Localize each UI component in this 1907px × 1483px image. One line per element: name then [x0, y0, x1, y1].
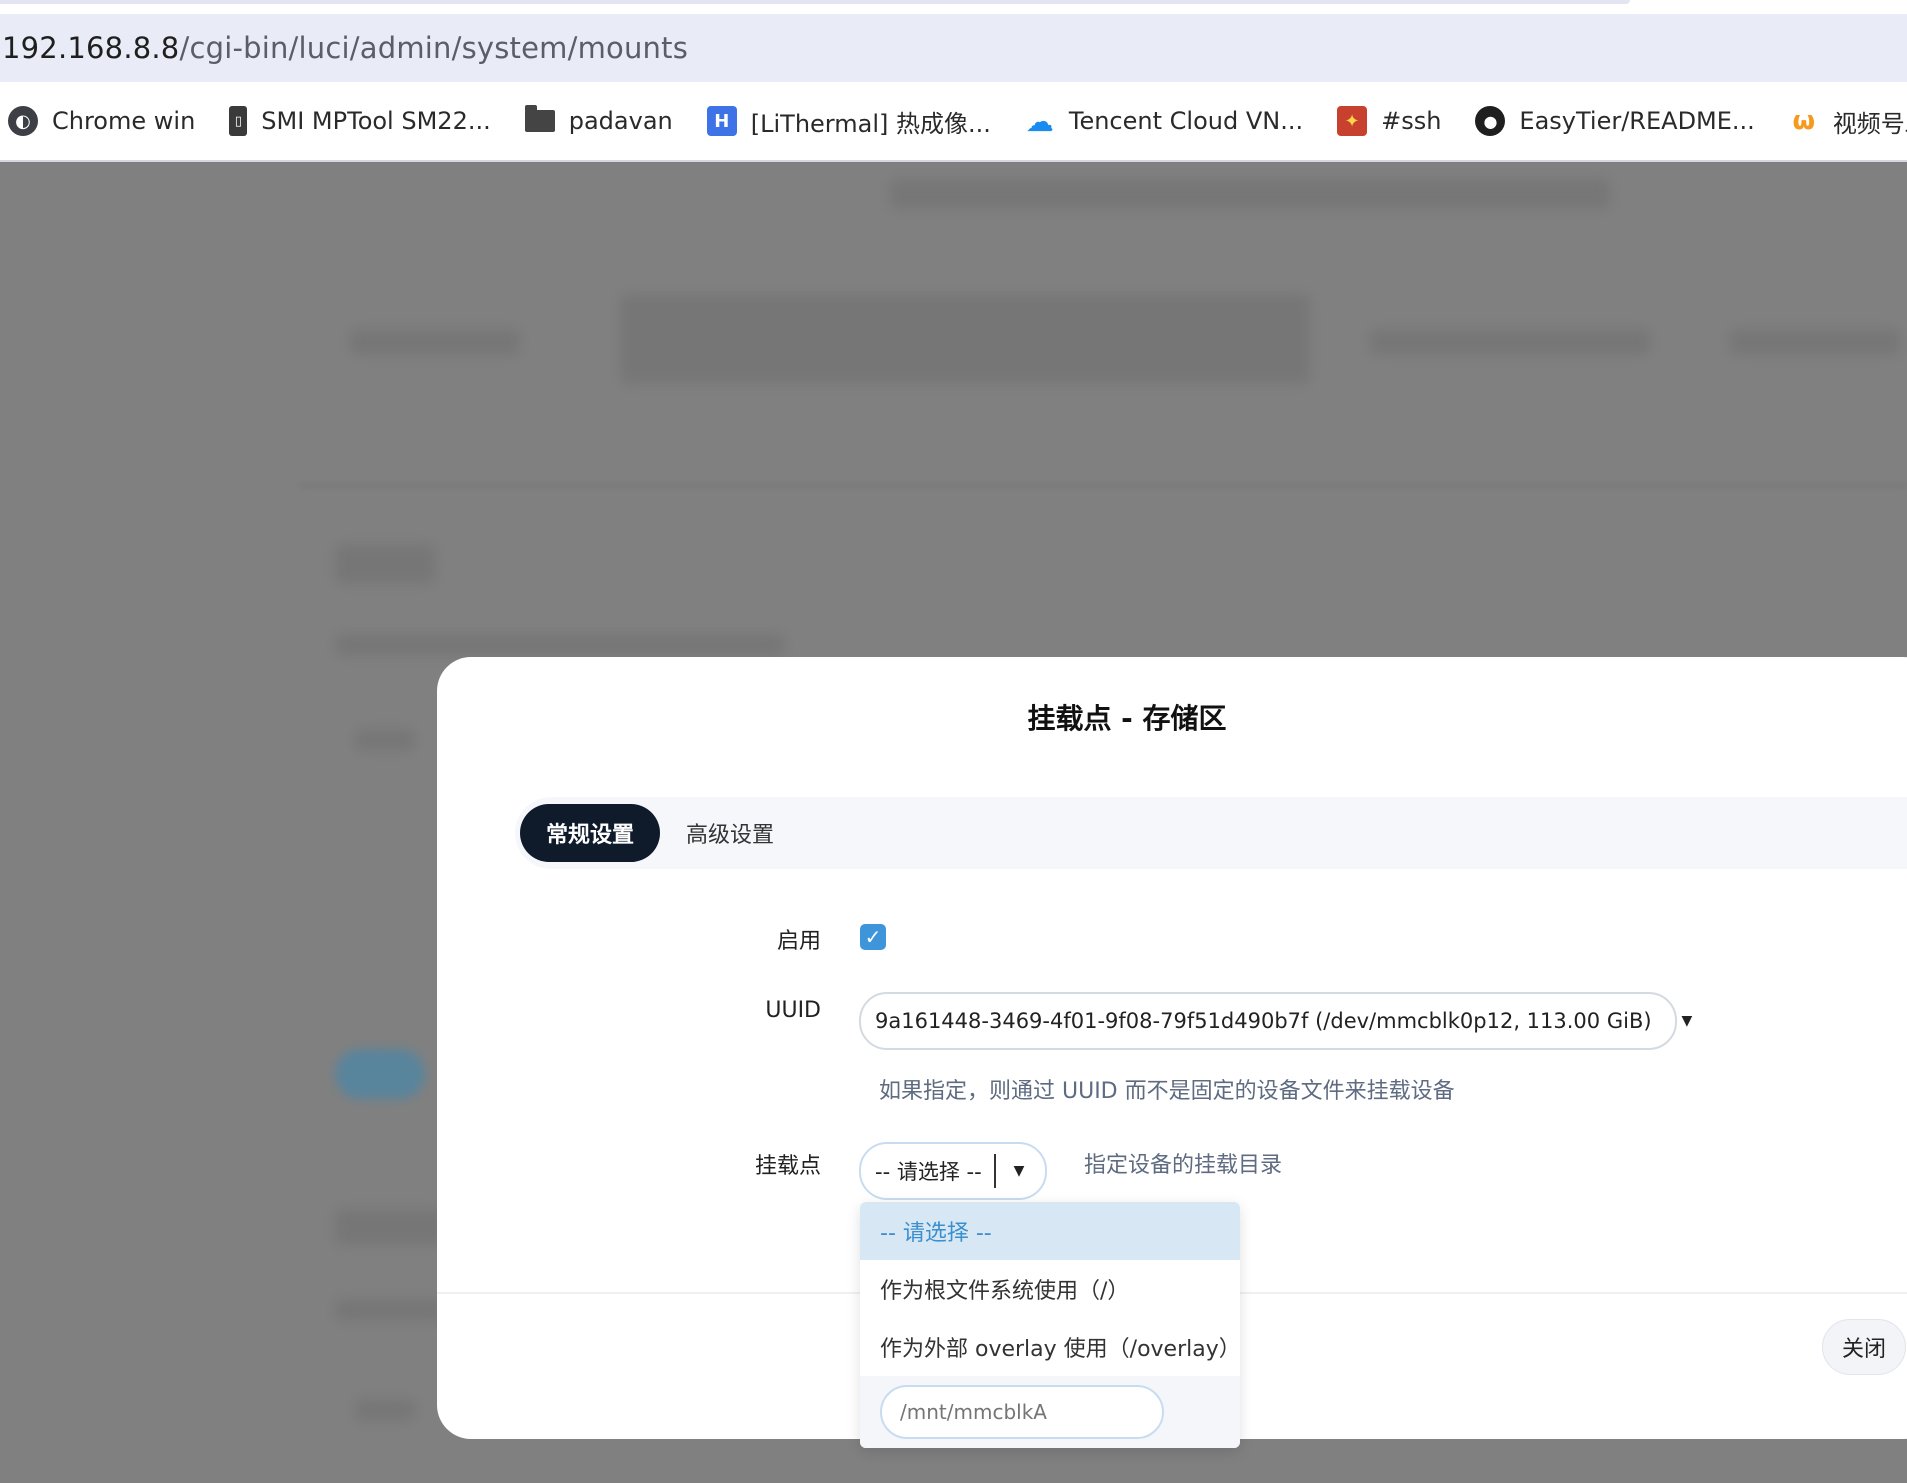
bg-text-blur: [355, 729, 415, 751]
address-bar[interactable]: 192.168.8.8/cgi-bin/luci/admin/system/mo…: [0, 14, 1907, 82]
bookmark-padavan[interactable]: padavan: [524, 105, 673, 135]
bg-heading-blur: [335, 544, 435, 584]
bookmarks-bar: ◐ Chrome win ▯ SMI MPTool SM22... padava…: [0, 82, 1907, 162]
uuid-label: UUID: [765, 998, 821, 1023]
usb-drive-icon: ▯: [229, 106, 248, 136]
bookmark-lithermal[interactable]: H [LiThermal] 热成像...: [706, 104, 991, 139]
dialog-title: 挂载点 - 存储区: [1027, 702, 1227, 735]
github-icon: ●: [1475, 106, 1506, 136]
bookmark-ssh[interactable]: ✦ #ssh: [1337, 106, 1441, 136]
bg-text-blur: [335, 634, 785, 656]
tab-general-settings[interactable]: 常规设置: [520, 804, 661, 862]
cloud-icon: ☁: [1025, 104, 1054, 138]
ssh-icon: ✦: [1337, 106, 1368, 136]
bg-text-blur: [1730, 329, 1900, 355]
bg-text-blur: [355, 1399, 415, 1421]
bookmark-label: [LiThermal] 热成像...: [750, 109, 991, 138]
folder-icon: [524, 105, 555, 132]
dropdown-option-rootfs[interactable]: 作为根文件系统使用（/）: [860, 1260, 1240, 1318]
bg-nav-blur: [890, 179, 1610, 209]
bookmark-label: Tencent Cloud VN...: [1068, 107, 1304, 135]
mountpoint-hint: 指定设备的挂载目录: [1084, 1153, 1283, 1178]
chevron-down-icon: ▼: [1681, 1013, 1693, 1029]
bookmark-label: SMI MPTool SM22...: [261, 107, 491, 135]
settings-tabs: 常规设置 高级设置: [515, 797, 1907, 869]
chevron-down-icon: ▼: [1013, 1163, 1025, 1179]
close-button[interactable]: 关闭: [1822, 1319, 1906, 1375]
uuid-select-value: 9a161448-3469-4f01-9f08-79f51d490b7f (/d…: [875, 1009, 1652, 1033]
address-host: 192.168.8.8: [2, 31, 180, 65]
mountpoint-label: 挂载点: [754, 1154, 821, 1179]
tab-advanced-settings[interactable]: 高级设置: [660, 804, 800, 862]
bookmark-label: Chrome win: [52, 107, 196, 135]
bg-button-blur: [335, 1049, 425, 1099]
tab-strip-edge: [0, 0, 1630, 4]
dropdown-option-overlay[interactable]: 作为外部 overlay 使用（/overlay）: [860, 1318, 1240, 1376]
select-divider: [993, 1154, 996, 1188]
mountpoint-select[interactable]: -- 请选择 -- ▼: [859, 1142, 1047, 1200]
mountpoint-select-value: -- 请选择 --: [875, 1160, 982, 1184]
bg-text-blur: [350, 329, 520, 355]
bg-text-blur: [335, 1299, 445, 1321]
bg-heading-blur: [335, 1209, 445, 1245]
bookmark-wechat-channels[interactable]: ω 视频号助手: [1789, 104, 1907, 139]
dropdown-custom-row: [860, 1376, 1240, 1448]
globe-icon: ◐: [8, 106, 38, 136]
address-path: /cgi-bin/luci/admin/system/mounts: [179, 31, 689, 65]
bookmark-label: 视频号助手: [1832, 109, 1907, 138]
custom-mountpoint-input[interactable]: [880, 1385, 1164, 1439]
checkmark-icon: ✓: [864, 925, 882, 949]
bg-divider: [300, 484, 1907, 487]
bookmark-smi-mptool[interactable]: ▯ SMI MPTool SM22...: [229, 106, 491, 136]
bookmark-tencent-cloud[interactable]: ☁ Tencent Cloud VN...: [1025, 104, 1304, 138]
address-url[interactable]: 192.168.8.8/cgi-bin/luci/admin/system/mo…: [0, 31, 688, 65]
lithermal-icon: H: [706, 106, 737, 136]
bookmark-label: #ssh: [1381, 107, 1442, 135]
enable-checkbox[interactable]: ✓: [860, 924, 886, 950]
window-top-strip: [0, 0, 1907, 14]
wechat-channels-icon: ω: [1792, 106, 1816, 136]
bookmark-label: padavan: [568, 107, 673, 135]
bookmark-easytier[interactable]: ● EasyTier/README...: [1475, 106, 1755, 136]
bg-text-blur: [620, 294, 1310, 384]
uuid-select[interactable]: 9a161448-3469-4f01-9f08-79f51d490b7f (/d…: [859, 992, 1692, 1050]
mountpoint-dropdown: -- 请选择 -- 作为根文件系统使用（/） 作为外部 overlay 使用（/…: [860, 1202, 1240, 1448]
enable-label: 启用: [776, 929, 821, 954]
bg-text-blur: [1370, 329, 1650, 355]
bookmark-label: EasyTier/README...: [1519, 107, 1755, 135]
uuid-hint: 如果指定，则通过 UUID 而不是固定的设备文件来挂载设备: [879, 1079, 1455, 1104]
bookmark-chrome-win[interactable]: ◐ Chrome win: [8, 106, 195, 136]
dropdown-option-placeholder[interactable]: -- 请选择 --: [860, 1202, 1240, 1260]
